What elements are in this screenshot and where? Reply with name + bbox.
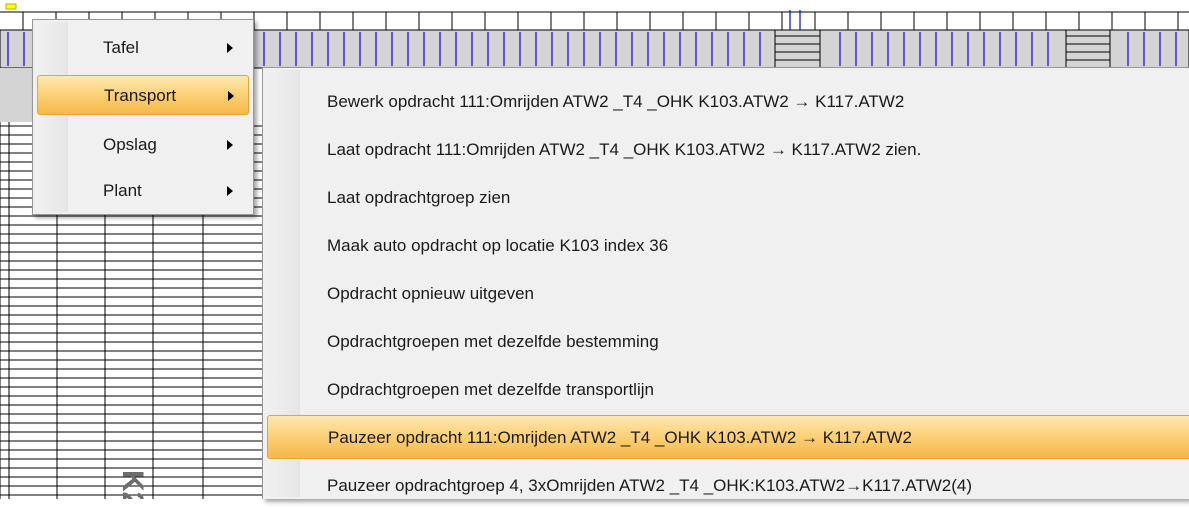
menu-item-tafel[interactable]: Tafel <box>37 28 249 68</box>
menu-item-label: Pauzeer opdrachtgroep 4, 3xOmrijden ATW2… <box>327 476 973 495</box>
menu-item-transport[interactable]: Transport <box>37 75 249 115</box>
menu-item-label: Pauzeer opdracht 111:Omrijden ATW2 _T4 _… <box>328 428 912 447</box>
submenu-arrow-icon <box>227 140 233 150</box>
menu-item-show-order-group[interactable]: Laat opdrachtgroep zien <box>267 176 1189 220</box>
menu-item-pause-order[interactable]: Pauzeer opdracht 111:Omrijden ATW2 _T4 _… <box>267 415 1189 459</box>
submenu-arrow-icon <box>227 43 233 53</box>
menu-item-label: Laat opdrachtgroep zien <box>327 188 511 207</box>
menu-item-label: Laat opdracht 111:Omrijden ATW2 _T4 _OHK… <box>327 140 922 159</box>
menu-item-label: Transport <box>104 86 177 105</box>
menu-item-make-auto-order[interactable]: Maak auto opdracht op locatie K103 index… <box>267 224 1189 268</box>
submenu-arrow-icon <box>227 186 233 196</box>
menu-item-plant[interactable]: Plant <box>37 171 249 211</box>
menu-item-show-order[interactable]: Laat opdracht 111:Omrijden ATW2 _T4 _OHK… <box>267 128 1189 172</box>
menu-item-label: Opdrachtgroepen met dezelfde bestemming <box>327 332 659 351</box>
location-label: K20 <box>116 470 149 499</box>
menu-item-groups-same-transportline[interactable]: Opdrachtgroepen met dezelfde transportli… <box>267 368 1189 412</box>
menu-item-label: Opslag <box>103 135 157 154</box>
menu-item-label: Plant <box>103 181 142 200</box>
menu-item-label: Opdrachtgroepen met dezelfde transportli… <box>327 380 654 399</box>
menu-item-label: Maak auto opdracht op locatie K103 index… <box>327 236 669 255</box>
context-menu: Tafel Transport Opslag Plant <box>32 19 254 215</box>
menu-item-opslag[interactable]: Opslag <box>37 125 249 165</box>
menu-item-edit-order[interactable]: Bewerk opdracht 111:Omrijden ATW2 _T4 _O… <box>267 80 1189 124</box>
menu-item-label: Tafel <box>103 38 139 57</box>
menu-item-reissue-order[interactable]: Opdracht opnieuw uitgeven <box>267 272 1189 316</box>
menu-item-label: Bewerk opdracht 111:Omrijden ATW2 _T4 _O… <box>327 92 905 111</box>
menu-item-pause-order-group[interactable]: Pauzeer opdrachtgroep 4, 3xOmrijden ATW2… <box>267 464 1189 508</box>
menu-item-groups-same-destination[interactable]: Opdrachtgroepen met dezelfde bestemming <box>267 320 1189 364</box>
submenu-arrow-icon <box>228 91 234 101</box>
menu-item-label: Opdracht opnieuw uitgeven <box>327 284 534 303</box>
transport-submenu: Bewerk opdracht 111:Omrijden ATW2 _T4 _O… <box>262 67 1189 499</box>
